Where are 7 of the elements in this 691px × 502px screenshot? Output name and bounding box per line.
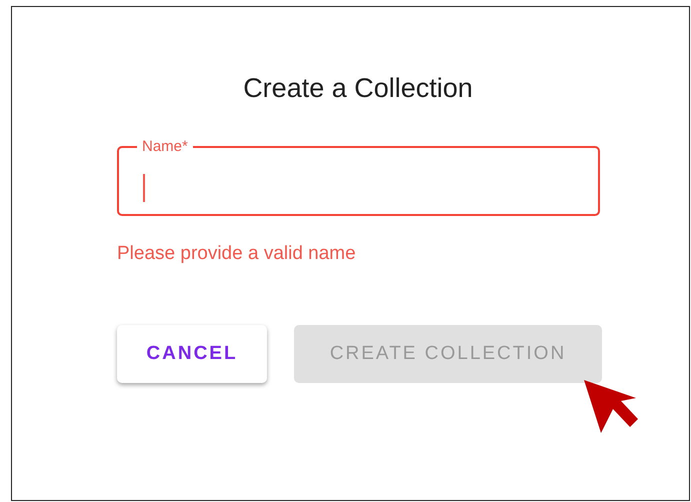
error-message: Please provide a valid name	[117, 243, 357, 265]
field-label: Name*	[141, 138, 189, 155]
dialog-title: Create a Collection	[242, 73, 474, 104]
pointer-arrow-icon	[583, 379, 639, 435]
text-cursor-icon	[143, 174, 144, 202]
name-field[interactable]: Name*	[117, 138, 600, 216]
dialog-button[interactable]: CANCEL	[117, 325, 267, 383]
